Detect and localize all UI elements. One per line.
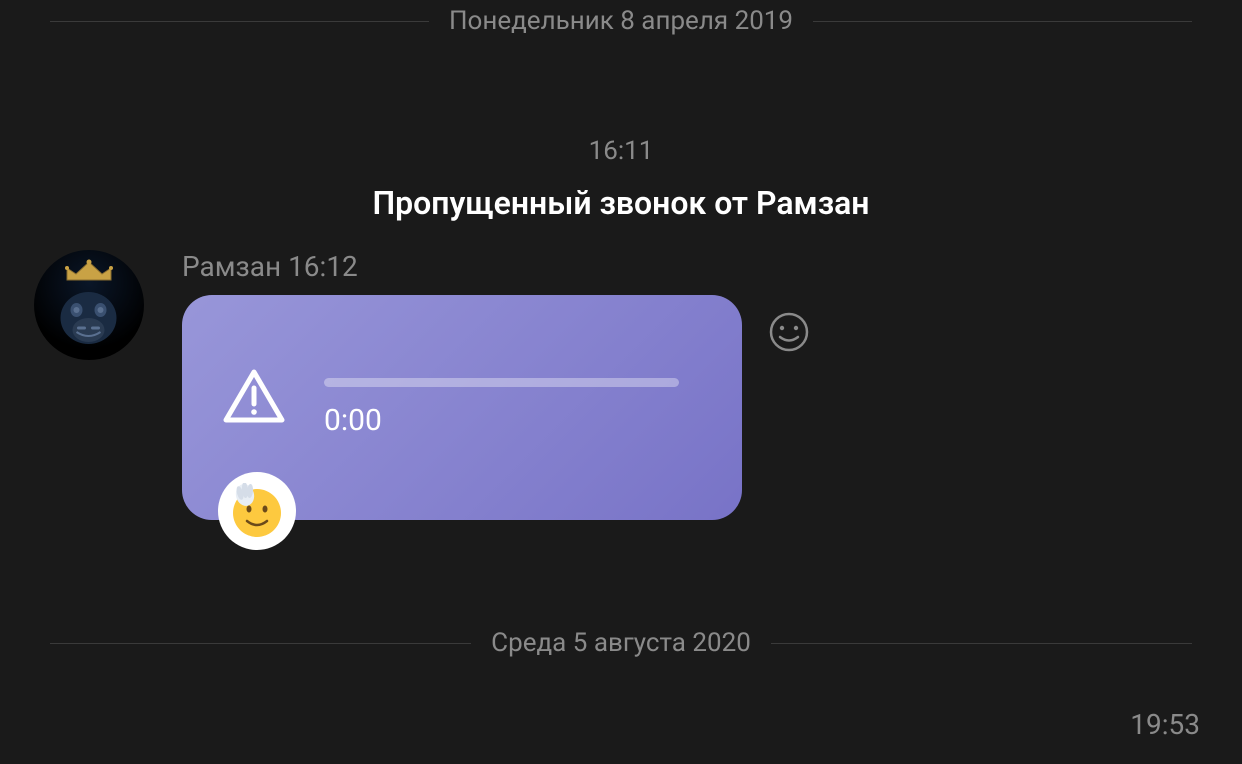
missed-call-time: 16:11 <box>0 136 1242 166</box>
add-reaction-button[interactable] <box>768 311 810 353</box>
warning-icon <box>222 368 286 424</box>
sender-avatar[interactable] <box>34 250 144 360</box>
date-divider: Понедельник 8 апреля 2019 <box>0 6 1242 36</box>
voice-message-bubble[interactable]: 0:00 <box>182 295 742 520</box>
date-label: Среда 5 августа 2020 <box>491 628 751 658</box>
message-row: Рамзан 16:12 0:00 <box>0 250 1242 520</box>
hand-emoji-icon <box>229 483 285 539</box>
message-time: 16:12 <box>288 250 358 283</box>
voice-content: 0:00 <box>324 378 702 438</box>
date-label: Понедельник 8 апреля 2019 <box>449 6 793 36</box>
date-divider: Среда 5 августа 2020 <box>0 628 1242 658</box>
next-message-time: 19:53 <box>0 708 1242 741</box>
voice-duration: 0:00 <box>324 403 702 438</box>
gorilla-face-icon <box>57 288 122 348</box>
missed-call-text: Пропущенный звонок от Рамзан <box>0 184 1242 222</box>
crown-icon <box>64 258 114 283</box>
sender-info: Рамзан 16:12 <box>182 250 1208 283</box>
reaction-badge[interactable] <box>218 472 296 550</box>
divider-line <box>813 21 1192 22</box>
divider-line <box>50 643 471 644</box>
divider-line <box>50 21 429 22</box>
voice-progress-bar[interactable] <box>324 378 679 387</box>
divider-line <box>771 643 1192 644</box>
sender-name: Рамзан <box>182 250 281 283</box>
message-content: Рамзан 16:12 0:00 <box>182 250 1208 520</box>
